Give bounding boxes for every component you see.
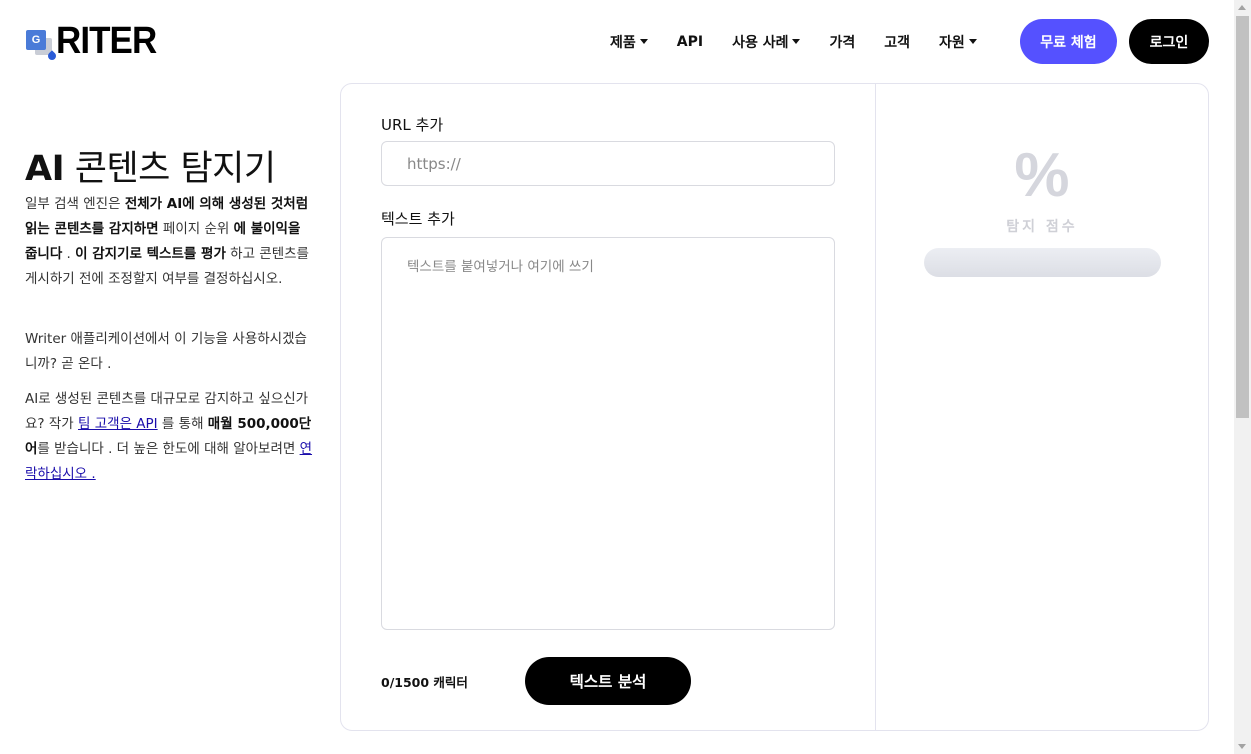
nav-item-label: 고객 [884, 34, 911, 51]
page-title-ai: AI [25, 149, 65, 189]
nav-item-api[interactable]: API [677, 34, 703, 50]
url-label: URL 추가 [381, 116, 444, 134]
main-nav: 제품 API 사용 사례 가격 고객 자원 [610, 19, 1006, 64]
nav-item-use-cases[interactable]: 사용 사례 [732, 32, 801, 52]
text-span: 페이지 순위 [158, 221, 234, 237]
logo-text: RITER [56, 20, 157, 62]
intro-paragraph-3: AI로 생성된 콘텐츠를 대규모로 감지하고 싶으신가요? 작가 팀 고객은 A… [25, 387, 317, 487]
writer-logo[interactable]: G RITER [26, 20, 165, 62]
nav-item-pricing[interactable]: 가격 [829, 32, 855, 52]
text-label: 텍스트 추가 [381, 210, 455, 228]
nav-item-label: API [676, 33, 704, 50]
intro-paragraph-1: 일부 검색 엔진은 전체가 AI에 의해 생성된 것처럼 읽는 콘텐츠를 감지하… [25, 192, 317, 292]
scroll-down-icon[interactable] [1238, 744, 1246, 749]
text-span: . [62, 246, 76, 262]
scroll-up-icon[interactable] [1238, 5, 1246, 10]
percent-icon: % [1014, 141, 1070, 210]
url-input[interactable] [381, 141, 835, 186]
card-divider [875, 84, 876, 730]
chevron-down-icon [639, 39, 648, 44]
nav-item-label: 가격 [829, 34, 856, 51]
char-count: 0/1500 캐릭터 [381, 675, 468, 690]
page-title: AI 콘텐츠 탐지기 [25, 140, 276, 191]
nav-item-customers[interactable]: 고객 [884, 32, 910, 52]
free-trial-button[interactable]: 무료 체험 [1020, 19, 1117, 64]
text-span: 를 받습니다 . 더 높은 한도에 대해 알아보려면 [37, 441, 300, 457]
detection-score-label: 탐지 점수 [1006, 219, 1078, 235]
team-api-link[interactable]: 팀 고객은 API [78, 416, 158, 432]
text-span: 일부 검색 엔진은 [25, 196, 125, 212]
scrollbar-thumb[interactable] [1236, 16, 1249, 418]
page-title-rest: 콘텐츠 탐지기 [64, 149, 276, 189]
login-button[interactable]: 로그인 [1129, 19, 1209, 64]
chevron-down-icon [792, 39, 801, 44]
nav-item-label: 제품 [610, 34, 636, 51]
text-span: 를 통해 [157, 416, 208, 432]
bold-span: 이 감지기로 텍스트를 평가 [75, 246, 226, 262]
intro-paragraph-2: Writer 애플리케이션에서 이 기능을 사용하시겠습니까? 곧 온다 . [25, 331, 307, 372]
translate-icon: G [26, 28, 58, 62]
chevron-down-icon [968, 39, 977, 44]
analyze-text-button[interactable]: 텍스트 분석 [525, 657, 691, 705]
nav-item-label: 사용 사례 [732, 34, 789, 51]
nav-item-products[interactable]: 제품 [610, 32, 648, 52]
detection-score-bar [924, 248, 1161, 277]
nav-item-resources[interactable]: 자원 [939, 32, 977, 52]
text-input[interactable] [381, 237, 835, 630]
nav-item-label: 자원 [939, 34, 965, 51]
